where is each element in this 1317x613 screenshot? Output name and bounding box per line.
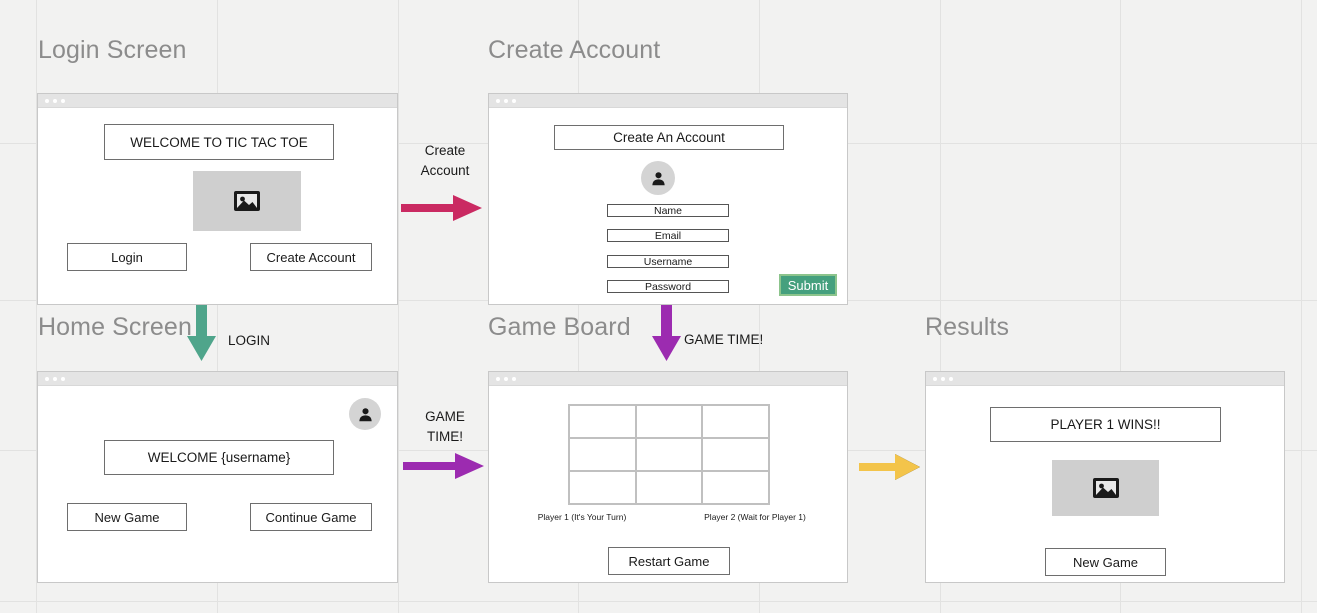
board-cell[interactable] bbox=[703, 472, 768, 503]
login-screen-window: WELCOME TO TIC TAC TOE Login Create Acco… bbox=[37, 93, 398, 305]
arrow-results bbox=[859, 453, 921, 481]
window-dot-icon bbox=[496, 98, 500, 103]
section-title-create-account: Create Account bbox=[488, 36, 661, 64]
gridline-vertical bbox=[1301, 0, 1302, 613]
game-board-window: Player 1 (It's Your Turn) Player 2 (Wait… bbox=[488, 371, 848, 583]
submit-button[interactable]: Submit bbox=[779, 274, 837, 296]
password-field[interactable]: Password bbox=[607, 280, 729, 293]
window-titlebar bbox=[489, 94, 847, 108]
board-cell[interactable] bbox=[703, 439, 768, 470]
window-dot-icon bbox=[496, 376, 500, 381]
window-titlebar bbox=[38, 372, 397, 386]
continue-game-button[interactable]: Continue Game bbox=[250, 503, 372, 531]
window-dot-icon bbox=[45, 98, 49, 103]
section-title-game-board: Game Board bbox=[488, 313, 631, 341]
name-field[interactable]: Name bbox=[607, 204, 729, 217]
window-dot-icon bbox=[504, 376, 508, 381]
create-account-window: Create An Account Name Email Username Pa… bbox=[488, 93, 848, 305]
wireframe-canvas: Login Screen Create Account Home Screen … bbox=[0, 0, 1317, 613]
create-account-body: Create An Account Name Email Username Pa… bbox=[489, 108, 847, 304]
results-new-game-button[interactable]: New Game bbox=[1045, 548, 1166, 576]
window-dot-icon bbox=[949, 376, 953, 381]
home-welcome-banner: WELCOME {username} bbox=[104, 440, 334, 475]
arrow-label-game-time-down: GAME TIME! bbox=[684, 332, 764, 347]
window-dot-icon bbox=[941, 376, 945, 381]
board-cell[interactable] bbox=[636, 439, 702, 470]
user-avatar-icon bbox=[641, 161, 675, 195]
arrow-label-game-time-right: GAME TIME! bbox=[425, 409, 465, 444]
window-dot-icon bbox=[512, 98, 516, 103]
board-cell[interactable] bbox=[703, 406, 768, 437]
username-field[interactable]: Username bbox=[607, 255, 729, 268]
login-screen-body: WELCOME TO TIC TAC TOE Login Create Acco… bbox=[38, 108, 397, 304]
section-title-home-screen: Home Screen bbox=[38, 313, 192, 341]
section-title-login-screen: Login Screen bbox=[38, 36, 187, 64]
tic-tac-toe-grid bbox=[568, 404, 770, 505]
image-placeholder-icon bbox=[193, 171, 301, 231]
window-titlebar bbox=[926, 372, 1284, 386]
window-dot-icon bbox=[933, 376, 937, 381]
player-two-status: Player 2 (Wait for Player 1) bbox=[704, 512, 806, 522]
section-title-results: Results bbox=[925, 313, 1010, 341]
user-avatar-icon[interactable] bbox=[349, 398, 381, 430]
board-cell[interactable] bbox=[636, 472, 702, 503]
window-titlebar bbox=[38, 94, 397, 108]
board-cell[interactable] bbox=[570, 472, 635, 503]
window-dot-icon bbox=[512, 376, 516, 381]
arrow-label-create-account: Create Account bbox=[420, 143, 470, 178]
create-account-banner: Create An Account bbox=[554, 125, 784, 150]
arrow-game-time-right bbox=[403, 452, 485, 480]
player-one-status: Player 1 (It's Your Turn) bbox=[537, 512, 627, 522]
results-body: PLAYER 1 WINS!! New Game bbox=[926, 386, 1284, 582]
create-account-button[interactable]: Create Account bbox=[250, 243, 372, 271]
board-cell[interactable] bbox=[570, 406, 635, 437]
window-dot-icon bbox=[53, 376, 57, 381]
login-welcome-banner: WELCOME TO TIC TAC TOE bbox=[104, 124, 334, 160]
results-window: PLAYER 1 WINS!! New Game bbox=[925, 371, 1285, 583]
arrow-label-login: LOGIN bbox=[228, 333, 271, 348]
results-banner: PLAYER 1 WINS!! bbox=[990, 407, 1221, 442]
home-screen-body: WELCOME {username} New Game Continue Gam… bbox=[38, 386, 397, 582]
email-field[interactable]: Email bbox=[607, 229, 729, 242]
new-game-button[interactable]: New Game bbox=[67, 503, 187, 531]
restart-game-button[interactable]: Restart Game bbox=[608, 547, 730, 575]
window-dot-icon bbox=[61, 98, 65, 103]
window-dot-icon bbox=[61, 376, 65, 381]
arrow-game-time-down bbox=[651, 305, 682, 362]
window-dot-icon bbox=[45, 376, 49, 381]
board-cell[interactable] bbox=[636, 406, 702, 437]
window-dot-icon bbox=[504, 98, 508, 103]
login-button[interactable]: Login bbox=[67, 243, 187, 271]
image-placeholder-icon bbox=[1052, 460, 1159, 516]
home-screen-window: WELCOME {username} New Game Continue Gam… bbox=[37, 371, 398, 583]
arrow-login bbox=[186, 305, 217, 362]
game-board-body: Player 1 (It's Your Turn) Player 2 (Wait… bbox=[489, 386, 847, 582]
window-dot-icon bbox=[53, 98, 57, 103]
gridline-horizontal bbox=[0, 601, 1317, 602]
window-titlebar bbox=[489, 372, 847, 386]
arrow-create-account bbox=[401, 194, 483, 222]
gridline-vertical bbox=[398, 0, 399, 613]
board-cell[interactable] bbox=[570, 439, 635, 470]
